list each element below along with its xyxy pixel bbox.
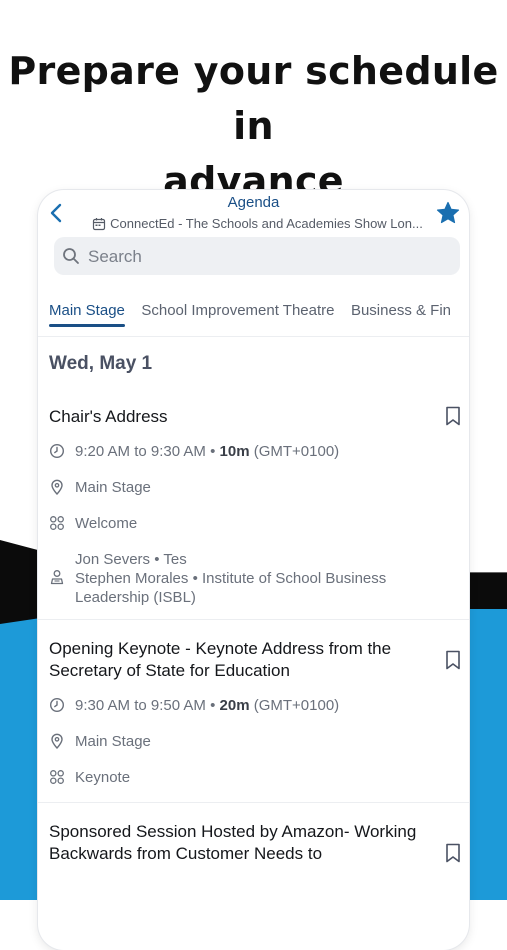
clock-icon bbox=[49, 443, 65, 459]
session-track: Welcome bbox=[49, 514, 469, 536]
timezone: (GMT+0100) bbox=[253, 697, 340, 714]
track-name: Welcome bbox=[75, 515, 138, 532]
location-name: Main Stage bbox=[75, 479, 151, 496]
promo-headline: Prepare your schedule in advance bbox=[0, 44, 507, 209]
speaker-icon bbox=[50, 570, 64, 585]
session-item[interactable]: Opening Keynote - Keynote Address from t… bbox=[38, 619, 469, 802]
promo-headline-line1: Prepare your schedule in bbox=[8, 49, 499, 148]
session-title[interactable]: Opening Keynote - Keynote Address from t… bbox=[49, 638, 421, 682]
grid-icon bbox=[50, 770, 64, 784]
favorite-button[interactable] bbox=[435, 200, 461, 226]
bookmark-button[interactable] bbox=[445, 843, 461, 868]
bookmark-button[interactable] bbox=[445, 650, 461, 675]
session-track: Keynote bbox=[49, 768, 469, 790]
session-list: Chair's Address 9:20 AM to 9:30 AM • 10m… bbox=[38, 396, 469, 877]
time-range: 9:30 AM to 9:50 AM bbox=[75, 697, 206, 714]
tab-main-stage[interactable]: Main Stage bbox=[49, 302, 125, 327]
session-title[interactable]: Sponsored Session Hosted by Amazon- Work… bbox=[49, 821, 421, 865]
calendar-icon bbox=[93, 217, 106, 230]
location-name: Main Stage bbox=[75, 733, 151, 750]
page-title: Agenda bbox=[227, 194, 280, 211]
tab-school-improvement-theatre[interactable]: School Improvement Theatre bbox=[141, 302, 334, 327]
event-name: ConnectEd - The Schools and Academies Sh… bbox=[110, 216, 423, 231]
bookmark-icon bbox=[446, 843, 460, 863]
session-time: 9:20 AM to 9:30 AM • 10m (GMT+0100) bbox=[49, 442, 469, 464]
session-location: Main Stage bbox=[49, 732, 469, 754]
star-icon bbox=[436, 201, 460, 224]
session-location: Main Stage bbox=[49, 478, 469, 500]
speaker-line[interactable]: Stephen Morales • Institute of School Bu… bbox=[75, 569, 386, 588]
clock-icon bbox=[49, 697, 65, 713]
speaker-line: Leadership (ISBL) bbox=[75, 589, 196, 606]
session-item[interactable]: Chair's Address 9:20 AM to 9:30 AM • 10m… bbox=[38, 396, 469, 619]
duration: 20m bbox=[219, 697, 250, 714]
phone-screen: Agenda ConnectEd - The Schools and Acade… bbox=[38, 190, 469, 950]
day-heading: Wed, May 1 bbox=[49, 353, 153, 374]
session-title[interactable]: Chair's Address bbox=[49, 406, 421, 428]
search-input[interactable] bbox=[86, 237, 450, 277]
bookmark-icon bbox=[446, 406, 460, 426]
agenda-header: Agenda ConnectEd - The Schools and Acade… bbox=[38, 190, 469, 236]
track-name: Keynote bbox=[75, 769, 131, 786]
speaker-line[interactable]: Jon Severs • Tes bbox=[75, 550, 386, 569]
timezone: (GMT+0100) bbox=[253, 443, 340, 460]
stage-tabs: Main Stage School Improvement Theatre Bu… bbox=[38, 302, 469, 337]
location-pin-icon bbox=[51, 733, 63, 750]
location-pin-icon bbox=[51, 479, 63, 496]
bookmark-button[interactable] bbox=[445, 406, 461, 431]
tab-business-finance[interactable]: Business & Fin bbox=[351, 302, 451, 327]
session-time: 9:30 AM to 9:50 AM • 20m (GMT+0100) bbox=[49, 696, 469, 718]
session-item[interactable]: Sponsored Session Hosted by Amazon- Work… bbox=[38, 802, 469, 877]
search-icon bbox=[63, 248, 79, 264]
bookmark-icon bbox=[446, 650, 460, 670]
search-bar[interactable] bbox=[54, 237, 460, 277]
event-subtitle[interactable]: ConnectEd - The Schools and Academies Sh… bbox=[86, 216, 429, 231]
session-speakers: Jon Severs • Tes Stephen Morales • Insti… bbox=[49, 550, 469, 607]
time-range: 9:20 AM to 9:30 AM bbox=[75, 443, 206, 460]
duration: 10m bbox=[219, 443, 250, 460]
grid-icon bbox=[50, 516, 64, 530]
